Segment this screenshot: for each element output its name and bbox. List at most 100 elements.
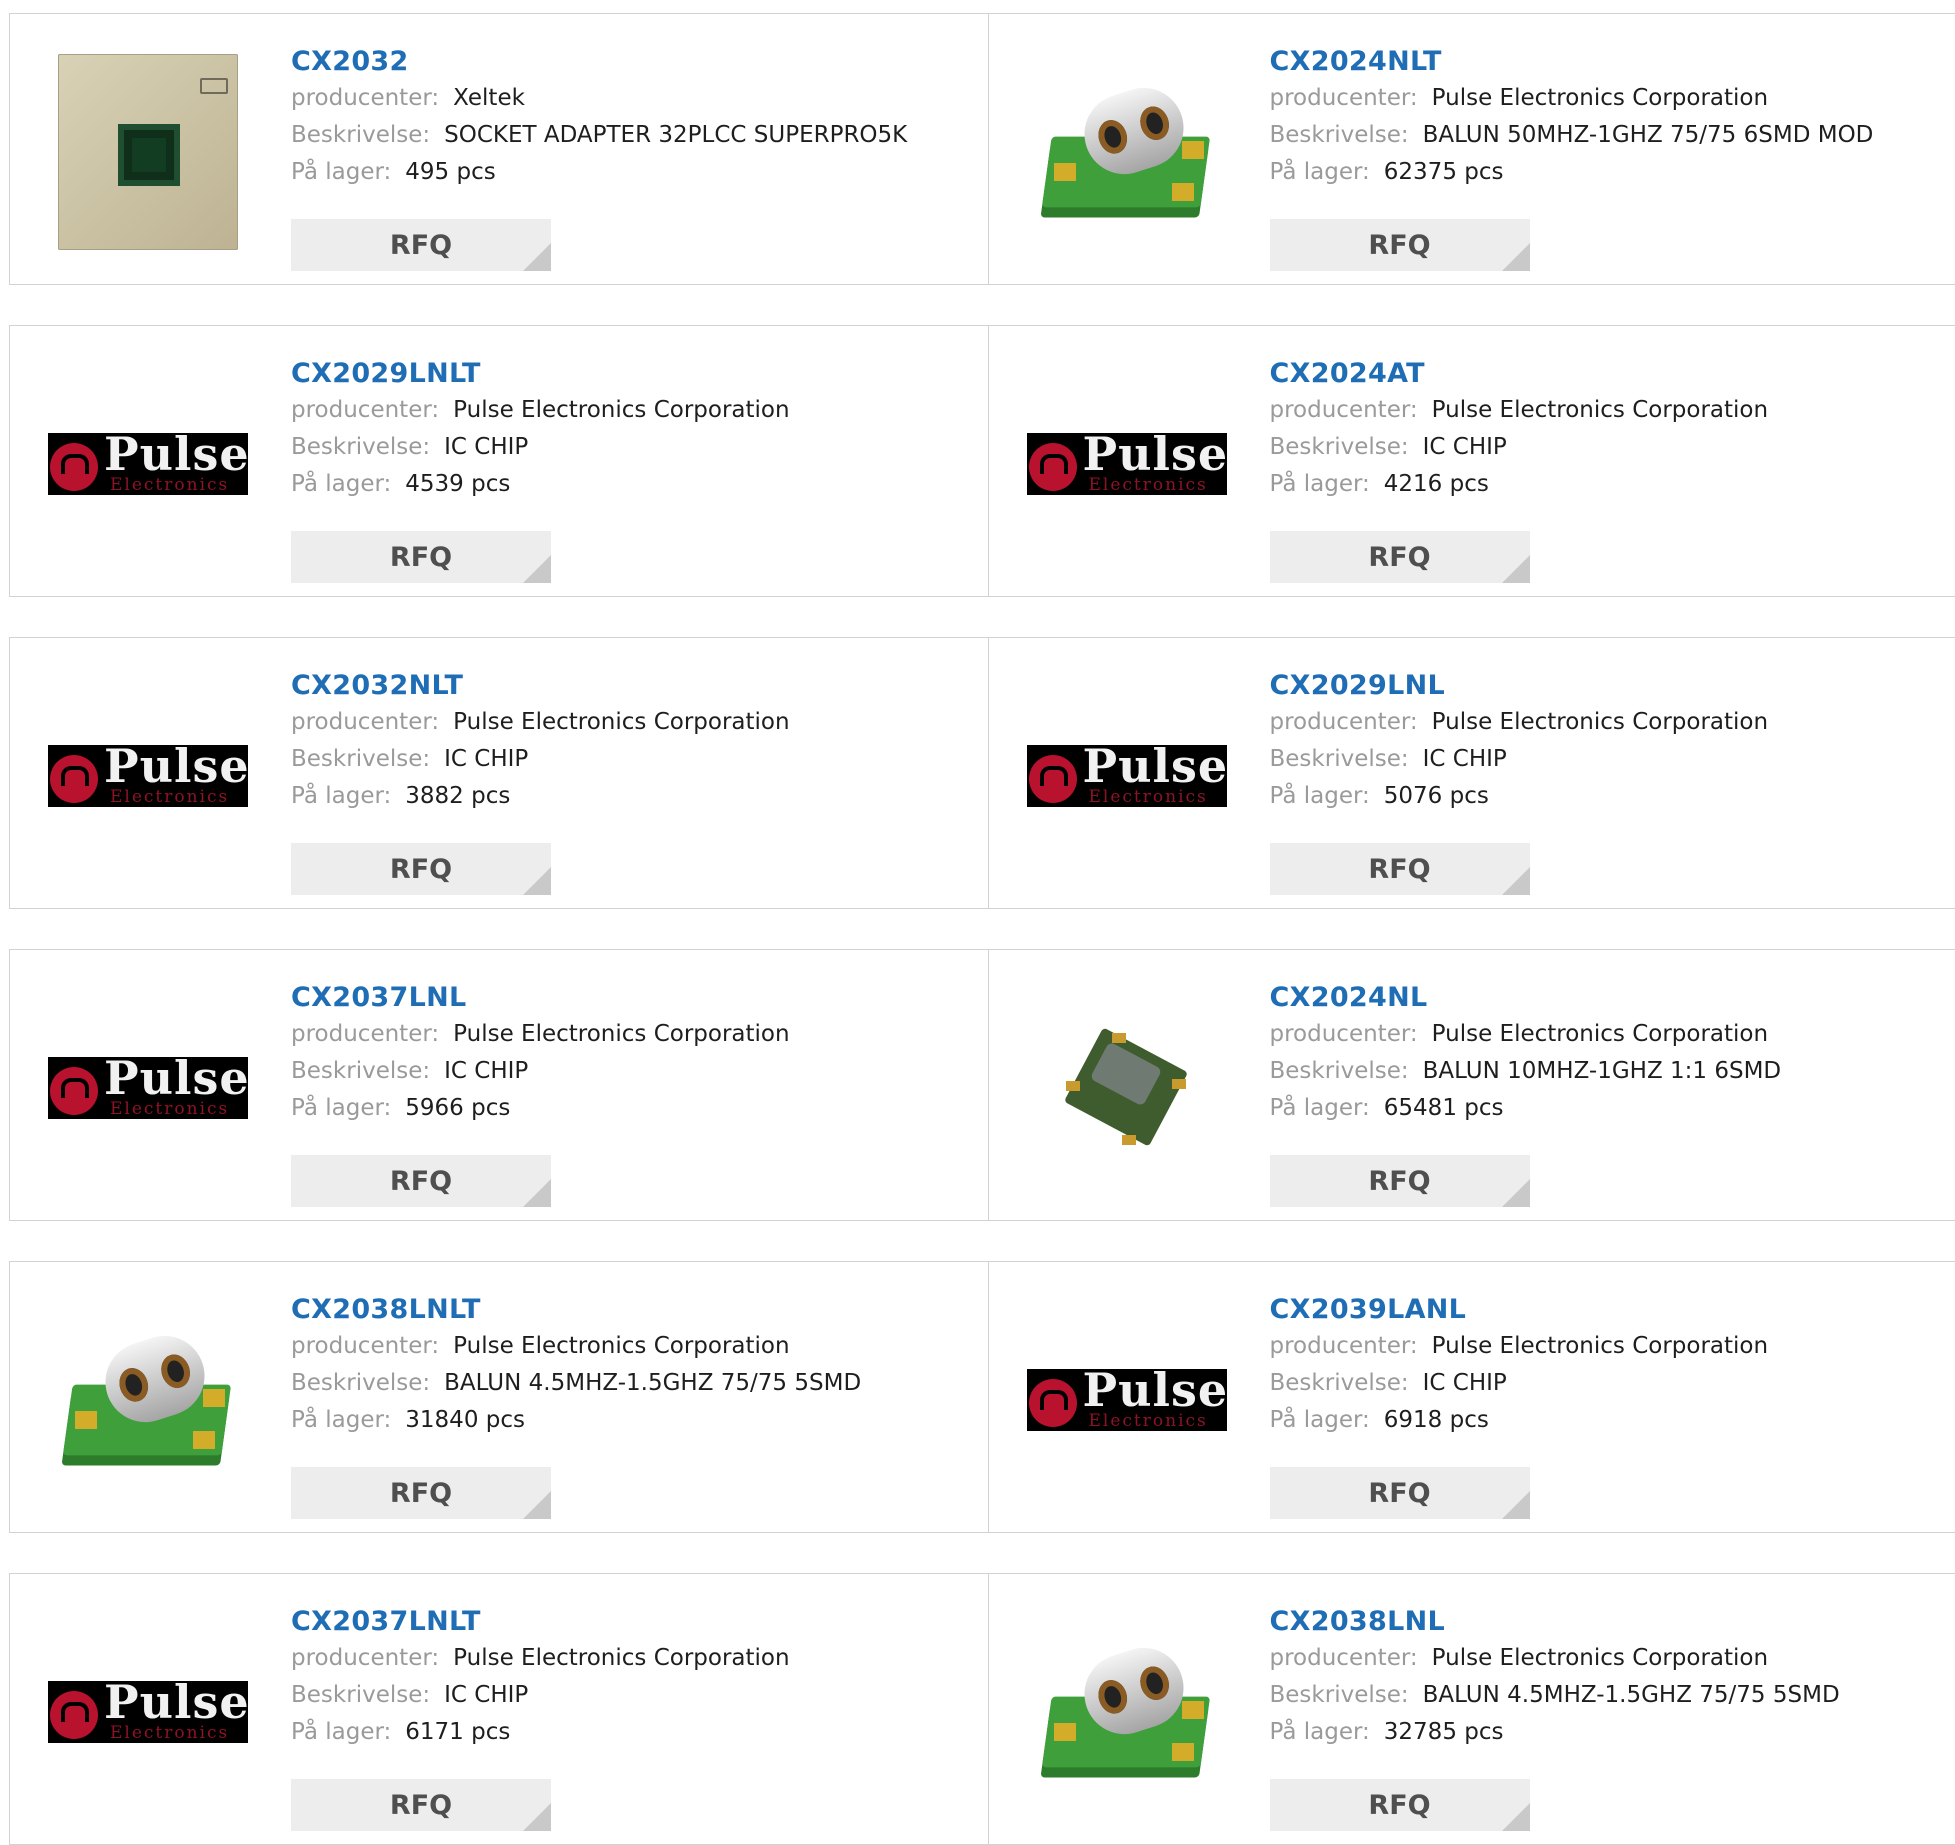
product-info: CX2024ATproducenter:Pulse Electronics Co… <box>1270 356 1769 503</box>
producer-line: producenter:Pulse Electronics Corporatio… <box>1270 1016 1782 1053</box>
pulse-logo-mark-icon <box>1029 443 1077 491</box>
product-row: CX2032 producenter: Xeltek Beskrivelse:SOCK… <box>9 13 1955 285</box>
product-image[interactable]: PulseElectronics <box>48 988 248 1188</box>
product-image[interactable]: PulseElectronics <box>48 364 248 564</box>
corner-fold-icon <box>523 1491 551 1519</box>
producer-line: producenter:Pulse Electronics Corporatio… <box>1270 392 1769 429</box>
product-image[interactable] <box>48 52 248 252</box>
product-image[interactable] <box>1027 988 1227 1188</box>
product-image[interactable]: PulseElectronics <box>1027 1300 1227 1500</box>
pulse-logo-mark-icon <box>50 1691 98 1739</box>
solder-pad <box>1172 1743 1194 1761</box>
description-label: Beskrivelse: <box>1270 1058 1409 1084</box>
description-label: Beskrivelse: <box>1270 746 1409 772</box>
product-image[interactable]: PulseElectronics <box>48 676 248 876</box>
rfq-button[interactable]: RFQ <box>291 1779 551 1831</box>
product-card: CX2024NLproducenter:Pulse Electronics Co… <box>988 950 1955 1220</box>
stock-label: På lager: <box>1270 159 1370 185</box>
stock-value: 5966 pcs <box>405 1095 510 1121</box>
product-name-link[interactable]: CX2024AT <box>1270 356 1769 392</box>
product-card: PulseElectronics CX2029LNLproducenter:Pul… <box>988 638 1955 908</box>
product-name-link[interactable]: CX2029LNL <box>1270 668 1769 704</box>
core-hole <box>1136 103 1173 144</box>
producer-value: Pulse Electronics Corporation <box>1432 709 1768 735</box>
product-image[interactable] <box>1027 52 1227 252</box>
stock-line: På lager:4216 pcs <box>1270 466 1769 503</box>
rfq-button[interactable]: RFQ <box>1270 531 1530 583</box>
logo-word: Pulse <box>1083 433 1227 481</box>
pulse-logo-mark-icon <box>50 443 98 491</box>
stock-label: På lager: <box>291 159 391 185</box>
description-label: Beskrivelse: <box>1270 434 1409 460</box>
producer-value: Pulse Electronics Corporation <box>453 709 789 735</box>
product-name-link[interactable]: CX2037LNL <box>291 980 790 1016</box>
rfq-button[interactable]: RFQ <box>291 531 551 583</box>
stock-label: På lager: <box>291 1407 391 1433</box>
product-name-link[interactable]: CX2039LANL <box>1270 1292 1769 1328</box>
stock-line: På lager:5966 pcs <box>291 1090 790 1127</box>
product-card: PulseElectronicsCX2032NLTproducenter:Pul… <box>10 638 988 908</box>
product-card: PulseElectronicsCX2029LNLTproducenter:Pu… <box>10 326 988 596</box>
balun-transformer-image <box>1032 1627 1222 1797</box>
producer-value: Xeltek <box>453 85 525 111</box>
rfq-button[interactable]: RFQ <box>291 1467 551 1519</box>
product-name-link[interactable]: CX2037LNLT <box>291 1604 790 1640</box>
solder-pad <box>75 1411 97 1429</box>
product-name-link[interactable]: CX2024NL <box>1270 980 1782 1016</box>
stock-line: På lager:3882 pcs <box>291 778 790 815</box>
logo-word: Pulse <box>104 433 248 481</box>
stock-value: 65481 pcs <box>1384 1095 1504 1121</box>
core-hole <box>1094 116 1131 157</box>
product-name-link[interactable]: CX2032 <box>291 44 907 80</box>
product-image[interactable]: PulseElectronics <box>1027 364 1227 564</box>
rfq-button[interactable]: RFQ <box>1270 1467 1530 1519</box>
rfq-button[interactable]: RFQ <box>1270 1155 1530 1207</box>
product-card: PulseElectronicsCX2037LNLTproducenter:Pu… <box>10 1574 988 1844</box>
rfq-button[interactable]: RFQ <box>1270 1779 1530 1831</box>
product-name-link[interactable]: CX2032NLT <box>291 668 790 704</box>
rfq-button[interactable]: RFQ <box>1270 843 1530 895</box>
product-image[interactable] <box>1027 1612 1227 1812</box>
stock-line: På lager:62375 pcs <box>1270 154 1874 191</box>
description-label: Beskrivelse: <box>291 1058 430 1084</box>
product-image[interactable]: PulseElectronics <box>48 1612 248 1812</box>
pulse-logo-mark-icon <box>50 755 98 803</box>
product-name-link[interactable]: CX2029LNLT <box>291 356 790 392</box>
product-image[interactable] <box>48 1300 248 1500</box>
rfq-button[interactable]: RFQ <box>291 843 551 895</box>
producer-line: producenter:Pulse Electronics Corporatio… <box>291 1016 790 1053</box>
product-name-link[interactable]: CX2024NLT <box>1270 44 1874 80</box>
solder-pad <box>1182 1701 1204 1719</box>
pulse-logo: PulseElectronics <box>48 1681 248 1743</box>
rfq-button[interactable]: RFQ <box>291 219 551 271</box>
description-line: Beskrivelse:BALUN 4.5MHZ-1.5GHZ 75/75 5S… <box>1270 1677 1840 1714</box>
solder-pad <box>193 1431 215 1449</box>
rfq-button[interactable]: RFQ <box>291 1155 551 1207</box>
product-card: PulseElectronics CX2037LNLproducenter:Pul… <box>10 950 988 1220</box>
rfq-button[interactable]: RFQ <box>1270 219 1530 271</box>
producer-line: producenter:Pulse Electronics Corporatio… <box>1270 704 1769 741</box>
producer-label: producenter: <box>1270 85 1418 111</box>
producer-value: Pulse Electronics Corporation <box>1432 397 1768 423</box>
chip-marking <box>200 78 228 94</box>
stock-line: På lager:4539 pcs <box>291 466 790 503</box>
product-info: CX2032producenter:XeltekBeskrivelse:SOCK… <box>291 44 907 191</box>
product-card: CX2032producenter:XeltekBeskrivelse:SOCK… <box>10 14 988 284</box>
corner-fold-icon <box>1502 1179 1530 1207</box>
product-image[interactable]: PulseElectronics <box>1027 676 1227 876</box>
description-line: Beskrivelse:SOCKET ADAPTER 32PLCC SUPERP… <box>291 117 907 154</box>
description-line: Beskrivelse:IC CHIP <box>1270 1365 1769 1402</box>
product-info: CX2038LNLTproducenter:Pulse Electronics … <box>291 1292 861 1439</box>
logo-word: Pulse <box>1083 745 1227 793</box>
stock-label: På lager: <box>1270 1095 1370 1121</box>
stock-line: På lager:495 pcs <box>291 154 907 191</box>
description-value: BALUN 4.5MHZ-1.5GHZ 75/75 5SMD <box>1423 1682 1840 1708</box>
core-hole <box>1094 1676 1131 1717</box>
product-info: CX2038LNLproducenter:Pulse Electronics C… <box>1270 1604 1840 1751</box>
smd-balun-image <box>1052 1023 1202 1153</box>
corner-fold-icon <box>523 555 551 583</box>
product-name-link[interactable]: CX2038LNL <box>1270 1604 1840 1640</box>
producer-label: producenter: <box>1270 1333 1418 1359</box>
logo-subword: Electronics <box>1089 787 1208 807</box>
product-name-link[interactable]: CX2038LNLT <box>291 1292 861 1328</box>
